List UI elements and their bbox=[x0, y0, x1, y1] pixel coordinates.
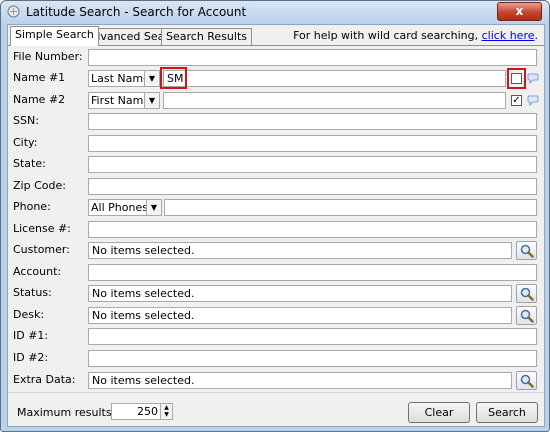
close-icon: x bbox=[515, 4, 524, 18]
help-link[interactable]: click here bbox=[482, 29, 535, 42]
name1-input[interactable]: SM bbox=[163, 70, 506, 87]
desk-input[interactable]: No items selected. bbox=[88, 307, 512, 324]
status-input[interactable]: No items selected. bbox=[88, 285, 512, 302]
checkmark-icon: ✓ bbox=[512, 95, 521, 106]
magnifier-icon bbox=[520, 244, 534, 258]
tab-search-results[interactable]: Search Results bbox=[161, 28, 253, 45]
account-input[interactable] bbox=[88, 264, 537, 281]
chevron-down-icon: ▼ bbox=[144, 93, 159, 108]
name2-checkbox[interactable]: ✓ bbox=[511, 95, 522, 106]
chevron-down-icon: ▼ bbox=[144, 71, 159, 86]
name2-input[interactable] bbox=[163, 92, 506, 109]
magnifier-icon bbox=[520, 287, 534, 301]
customer-lookup-button[interactable] bbox=[516, 241, 537, 260]
tab-simple-search[interactable]: Simple Search bbox=[10, 26, 99, 46]
magnifier-icon bbox=[520, 309, 534, 323]
customer-label: Customer: bbox=[13, 243, 70, 256]
extra-data-lookup-button[interactable] bbox=[516, 371, 537, 390]
city-label: City: bbox=[13, 136, 38, 149]
status-lookup-button[interactable] bbox=[516, 284, 537, 303]
max-results-label: Maximum results: bbox=[17, 406, 116, 419]
id1-label: ID #1: bbox=[13, 329, 49, 342]
max-results-input[interactable]: 250 ▲ ▼ bbox=[111, 403, 173, 420]
extra-data-input[interactable]: No items selected. bbox=[88, 372, 512, 389]
ssn-label: SSN: bbox=[13, 114, 39, 127]
app-icon bbox=[7, 5, 20, 18]
desk-lookup-button[interactable] bbox=[516, 306, 537, 325]
search-button[interactable]: Search bbox=[476, 402, 538, 423]
name1-checkbox-highlight bbox=[507, 68, 526, 89]
status-label: Status: bbox=[13, 286, 52, 299]
state-input[interactable] bbox=[88, 156, 537, 173]
desk-label: Desk: bbox=[13, 308, 45, 321]
id2-input[interactable] bbox=[88, 350, 537, 367]
state-label: State: bbox=[13, 157, 46, 170]
account-label: Account: bbox=[13, 265, 62, 278]
search-window: Latitude Search - Search for Account x S… bbox=[0, 0, 550, 432]
magnifier-icon bbox=[520, 374, 534, 388]
spinner-arrows-icon[interactable]: ▲ ▼ bbox=[160, 404, 172, 419]
phone-type-select[interactable]: All Phones ▼ bbox=[88, 199, 162, 216]
footer-divider bbox=[8, 392, 544, 393]
client-area: Simple Search Advanced Search Search Res… bbox=[7, 24, 545, 427]
file-number-input[interactable] bbox=[88, 49, 537, 66]
extra-data-label: Extra Data: bbox=[13, 373, 76, 386]
zip-input[interactable] bbox=[88, 178, 537, 195]
phone-label: Phone: bbox=[13, 200, 51, 213]
city-input[interactable] bbox=[88, 135, 537, 152]
speech-bubble-icon[interactable] bbox=[527, 94, 539, 106]
license-input[interactable] bbox=[88, 221, 537, 238]
name2-type-select[interactable]: First Name ▼ bbox=[88, 92, 160, 109]
customer-input[interactable]: No items selected. bbox=[88, 242, 512, 259]
file-number-label: File Number: bbox=[13, 50, 83, 63]
clear-button[interactable]: Clear bbox=[408, 402, 470, 423]
chevron-down-icon: ▼ bbox=[146, 200, 161, 215]
zip-label: Zip Code: bbox=[13, 179, 66, 192]
ssn-input[interactable] bbox=[88, 113, 537, 130]
speech-bubble-icon[interactable] bbox=[527, 72, 539, 84]
phone-input[interactable] bbox=[164, 199, 537, 216]
window-title: Latitude Search - Search for Account bbox=[26, 5, 247, 19]
name1-input-highlight bbox=[160, 67, 187, 89]
name1-label: Name #1 bbox=[13, 71, 66, 84]
close-button[interactable]: x bbox=[497, 2, 542, 21]
name2-label: Name #2 bbox=[13, 93, 66, 106]
id1-input[interactable] bbox=[88, 328, 537, 345]
id2-label: ID #2: bbox=[13, 351, 49, 364]
title-bar: Latitude Search - Search for Account x bbox=[1, 1, 549, 23]
license-label: License #: bbox=[13, 222, 71, 235]
help-text: For help with wild card searching, click… bbox=[293, 29, 538, 42]
name1-type-select[interactable]: Last Name ▼ bbox=[88, 70, 160, 87]
